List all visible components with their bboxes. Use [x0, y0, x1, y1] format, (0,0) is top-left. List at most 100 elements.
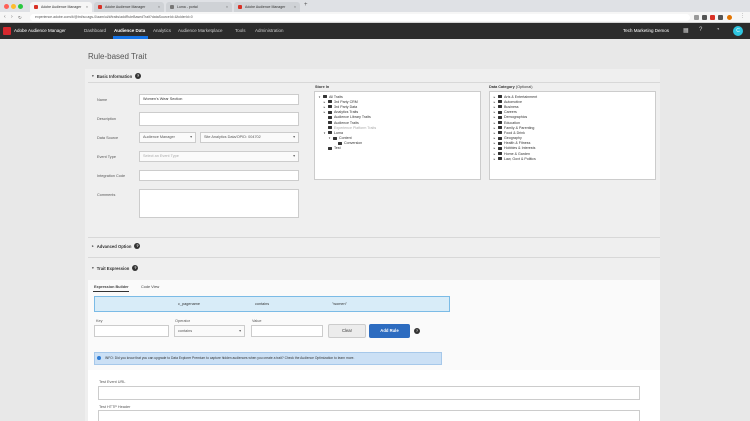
category-node[interactable]: ▸ Law, Govt & Politics	[493, 156, 652, 161]
collapse-caret-icon[interactable]: ▸	[493, 131, 496, 135]
integration-code-label: Integration Code	[97, 174, 126, 178]
description-input[interactable]	[139, 112, 299, 126]
collapse-caret-icon[interactable]: ▸	[493, 157, 496, 161]
tree-node-label: Conversion	[344, 141, 363, 146]
tree-node-label: 3rd Party Data	[334, 104, 358, 109]
operator-select[interactable]: contains ▾	[174, 325, 245, 337]
extension-icon[interactable]	[718, 15, 723, 20]
name-input[interactable]: Women's Wear Section	[139, 94, 299, 105]
nav-analytics[interactable]: Analytics	[153, 28, 171, 33]
window-maximize-button[interactable]	[18, 4, 23, 9]
data-source-select[interactable]: Site Analytics Data/OPID: 004702 ▾	[200, 132, 299, 143]
test-http-header-input[interactable]	[98, 410, 640, 421]
tab-expression-builder[interactable]: Expression Builder	[94, 285, 129, 289]
collapse-caret-icon[interactable]: ▸	[493, 110, 496, 114]
add-rule-button[interactable]: Add Rule	[369, 324, 410, 338]
basic-info-header[interactable]: ▾ Basic Information ?	[92, 73, 142, 79]
collapse-caret-icon[interactable]: ▸	[493, 141, 496, 145]
help-icon[interactable]: ?	[414, 328, 420, 334]
category-label: Geography	[504, 136, 522, 141]
caret-right-icon: ▸	[92, 244, 94, 248]
trait-expression-header[interactable]: ▾ Trait Expression ?	[92, 265, 139, 271]
chevron-down-icon: ▾	[293, 135, 295, 139]
data-source-type-select[interactable]: Audience Manager ▾	[139, 132, 196, 143]
browser-menu-icon[interactable]: ⋮	[740, 13, 745, 19]
collapse-caret-icon[interactable]: ▸	[493, 136, 496, 140]
profile-icon[interactable]	[727, 15, 732, 20]
caret-down-icon: ▾	[92, 74, 94, 78]
advanced-option-heading: Advanced Option	[96, 243, 132, 249]
collapse-caret-icon[interactable]: ▸	[323, 105, 326, 109]
window-minimize-button[interactable]	[11, 4, 16, 9]
nav-administration[interactable]: Administration	[255, 28, 284, 33]
collapse-caret-icon[interactable]: ▸	[493, 115, 496, 119]
expand-caret-icon[interactable]: ▾	[328, 136, 331, 140]
nav-dashboard[interactable]: Dashboard	[84, 28, 106, 33]
event-type-select[interactable]: Select an Event Type ▾	[139, 151, 299, 162]
nav-audience-data[interactable]: Audience Data	[114, 28, 145, 33]
reload-icon[interactable]: ↻	[18, 15, 22, 21]
browser-tab-1[interactable]: Adobe Audience Manager ×	[30, 2, 92, 12]
close-tab-icon[interactable]: ×	[158, 5, 160, 9]
folder-icon	[328, 110, 332, 114]
collapse-caret-icon[interactable]: ▸	[493, 121, 496, 125]
collapse-caret-icon[interactable]: ▸	[493, 95, 496, 99]
comments-textarea[interactable]	[139, 189, 299, 218]
tree-node-label: Audience Library Traits	[334, 115, 371, 120]
forward-arrow-icon[interactable]: ›	[11, 14, 13, 20]
help-icon[interactable]: ?	[699, 27, 702, 33]
active-nav-indicator	[113, 36, 148, 39]
clear-button[interactable]: Clear	[328, 324, 366, 338]
advanced-option-header[interactable]: ▸ Advanced Option ?	[92, 243, 141, 249]
expand-caret-icon[interactable]: ▾	[323, 131, 326, 135]
browser-tab-2[interactable]: Adobe Audience Manager ×	[94, 2, 164, 12]
collapse-caret-icon[interactable]: ▸	[493, 100, 496, 104]
chevron-down-icon: ▾	[239, 329, 241, 333]
company-name[interactable]: Tech Marketing Demos	[623, 28, 669, 33]
category-label: Hobbies & Interests	[504, 146, 536, 151]
collapse-caret-icon[interactable]: ▸	[493, 105, 496, 109]
address-bar[interactable]: experience.adobe.com/#/@tnt/so:ags-0/aam…	[30, 14, 690, 21]
folder-icon	[498, 110, 502, 114]
browser-tab-3[interactable]: Luma - portal ×	[166, 2, 232, 12]
bookmark-star-icon[interactable]	[694, 15, 699, 20]
collapse-caret-icon[interactable]: ▸	[323, 100, 326, 104]
close-tab-icon[interactable]: ×	[294, 5, 296, 9]
help-icon[interactable]: ?	[135, 73, 142, 79]
back-arrow-icon[interactable]: ‹	[4, 14, 6, 20]
collapse-caret-icon[interactable]: ▸	[493, 126, 496, 130]
extension-icon[interactable]	[710, 15, 715, 20]
help-icon[interactable]: ?	[132, 265, 139, 271]
key-input[interactable]	[94, 325, 169, 337]
close-tab-icon[interactable]: ×	[226, 5, 228, 9]
expand-caret-icon[interactable]: ▾	[318, 95, 321, 99]
notifications-bell-icon[interactable]: ◔	[716, 27, 720, 33]
category-label: Food & Drink	[504, 130, 525, 135]
collapse-caret-icon[interactable]: ▸	[323, 110, 326, 114]
tree-node[interactable]: Test	[318, 146, 477, 151]
nav-tools[interactable]: Tools	[235, 28, 246, 33]
apps-grid-icon[interactable]: ▦	[683, 27, 689, 34]
collapse-caret-icon[interactable]: ▸	[493, 152, 496, 156]
test-event-url-input[interactable]	[98, 386, 640, 400]
help-icon[interactable]: ?	[134, 243, 141, 249]
integration-code-input[interactable]	[139, 170, 299, 181]
nav-audience-marketplace[interactable]: Audience Marketplace	[178, 28, 223, 33]
folder-icon	[498, 100, 502, 104]
category-label: Demographics	[504, 115, 528, 120]
divider	[88, 237, 660, 238]
rule-row[interactable]: c_pagename contains "women"	[94, 296, 450, 312]
browser-tab-label: Adobe Audience Manager	[105, 5, 146, 9]
folder-icon	[498, 105, 502, 109]
window-close-button[interactable]	[4, 4, 9, 9]
new-tab-icon[interactable]: +	[304, 2, 308, 8]
close-tab-icon[interactable]: ×	[86, 5, 88, 9]
rule-key: c_pagename	[178, 302, 200, 306]
browser-tab-4[interactable]: Adobe Audience Manager ×	[234, 2, 300, 12]
tree-node-label: All Traits	[329, 94, 343, 99]
extension-icon[interactable]	[702, 15, 707, 20]
avatar[interactable]: C	[733, 26, 743, 36]
collapse-caret-icon[interactable]: ▸	[493, 146, 496, 150]
tab-code-view[interactable]: Code View	[141, 285, 159, 289]
value-input[interactable]	[251, 325, 323, 337]
